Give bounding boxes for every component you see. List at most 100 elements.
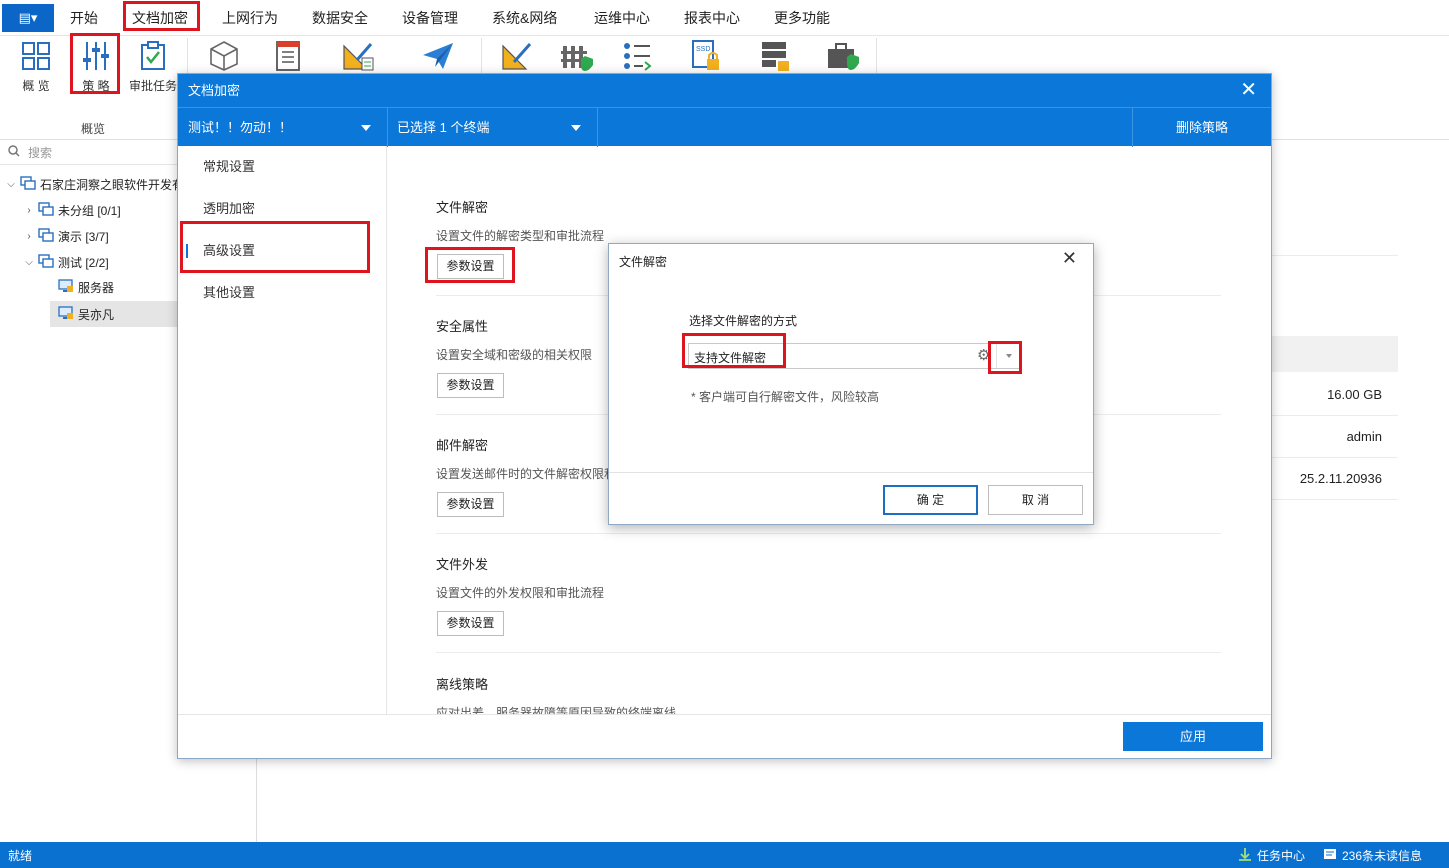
tree-item-server[interactable]: 服务器 bbox=[56, 276, 114, 298]
subdialog-footer: 确 定 取 消 bbox=[609, 472, 1093, 524]
sliders-icon bbox=[76, 39, 116, 73]
nav-other-settings[interactable]: 其他设置 bbox=[178, 272, 386, 314]
menu-doc-encrypt[interactable]: 文档加密 bbox=[132, 8, 188, 28]
menu-data-security[interactable]: 数据安全 bbox=[312, 8, 368, 28]
computer-icon bbox=[58, 305, 74, 323]
nav-advanced-settings[interactable]: 高级设置 bbox=[178, 230, 386, 272]
section-title: 安全属性 bbox=[436, 319, 489, 334]
dialog-nav: 常规设置 透明加密 高级设置 其他设置 bbox=[178, 146, 387, 714]
grid-icon bbox=[16, 39, 56, 73]
file-outgoing-param-button[interactable]: 参数设置 bbox=[437, 611, 504, 636]
file-decrypt-param-button[interactable]: 参数设置 bbox=[437, 254, 504, 279]
gear-icon[interactable]: ⚙ bbox=[977, 348, 990, 364]
overview-button[interactable]: 概 览 bbox=[15, 39, 57, 99]
tree-item-user-selected[interactable]: 吴亦凡 bbox=[50, 301, 178, 327]
bg-disk-value: 16.00 GB bbox=[1327, 387, 1382, 402]
task-center-icon bbox=[1238, 847, 1252, 864]
network-group-icon bbox=[20, 175, 36, 193]
mail-decrypt-param-button[interactable]: 参数设置 bbox=[437, 492, 504, 517]
briefcase-shield-icon bbox=[823, 39, 863, 73]
bg-divider bbox=[1272, 499, 1398, 500]
apply-button[interactable]: 应用 bbox=[1123, 722, 1263, 751]
chevron-down-icon[interactable]: ⌵ bbox=[4, 179, 18, 190]
menu-start[interactable]: 开始 bbox=[70, 8, 98, 28]
menu-internet-behavior[interactable]: 上网行为 bbox=[222, 8, 278, 28]
task-center-button[interactable]: 任务中心 bbox=[1238, 847, 1305, 864]
subdialog-title: 文件解密 bbox=[619, 255, 668, 269]
decrypt-method-value: 支持文件解密 bbox=[694, 351, 767, 365]
approval-task-button[interactable]: 审批任务 bbox=[128, 39, 178, 99]
bg-divider bbox=[1272, 415, 1398, 416]
section-title: 离线策略 bbox=[436, 677, 489, 692]
document-list-icon bbox=[268, 39, 308, 73]
paper-plane-icon bbox=[418, 39, 458, 73]
nav-transparent-encrypt[interactable]: 透明加密 bbox=[178, 188, 386, 230]
terminal-select-value: 已选择 1 个终端 bbox=[397, 120, 490, 135]
security-attr-param-button[interactable]: 参数设置 bbox=[437, 373, 504, 398]
app-menu-button[interactable]: ▤▾ bbox=[2, 4, 54, 32]
chevron-down-icon[interactable]: ⌵ bbox=[22, 257, 36, 268]
chevron-right-icon[interactable]: › bbox=[22, 231, 36, 242]
delete-policy-button[interactable]: 删除策略 bbox=[1133, 108, 1271, 147]
menu-report-center[interactable]: 报表中心 bbox=[684, 8, 740, 28]
section-desc: 设置发送邮件时的文件解密权限和 bbox=[436, 467, 617, 481]
close-icon[interactable]: ✕ bbox=[1240, 74, 1257, 107]
computer-icon bbox=[58, 278, 74, 296]
ssd-lock-icon: SSD bbox=[685, 39, 725, 73]
bg-divider bbox=[1272, 457, 1398, 458]
bg-user-value: admin bbox=[1346, 429, 1382, 444]
tree-item-demo[interactable]: › 演示 [3/7] bbox=[22, 225, 109, 247]
group-icon bbox=[38, 253, 54, 271]
task-center-label: 任务中心 bbox=[1257, 849, 1306, 863]
terminal-select[interactable]: 已选择 1 个终端 bbox=[397, 108, 587, 147]
group-icon bbox=[38, 201, 54, 219]
menu-bar: ▤▾ 开始 文档加密 上网行为 数据安全 设备管理 系统&网络 运维中心 报表中… bbox=[0, 0, 1449, 36]
decrypt-method-select[interactable]: 支持文件解密 ⚙ bbox=[688, 343, 1021, 369]
bg-divider bbox=[1272, 255, 1398, 256]
cube-icon bbox=[204, 39, 244, 73]
policy-button[interactable]: 策 略 bbox=[74, 39, 118, 99]
cancel-button[interactable]: 取 消 bbox=[988, 485, 1083, 515]
svg-text:SSD: SSD bbox=[696, 46, 710, 53]
menu-more[interactable]: 更多功能 bbox=[774, 8, 830, 28]
search-placeholder: 搜索 bbox=[28, 146, 53, 160]
tree-item-ungrouped[interactable]: › 未分组 [0/1] bbox=[22, 199, 121, 221]
close-icon[interactable]: ✕ bbox=[1062, 248, 1077, 269]
message-icon bbox=[1323, 848, 1337, 863]
tree-item-label: 吴亦凡 bbox=[78, 307, 115, 322]
ribbon-group-label: 概览 bbox=[80, 122, 105, 136]
bg-header-strip bbox=[1272, 336, 1398, 372]
bg-version-value: 25.2.11.20936 bbox=[1299, 471, 1382, 486]
tree-item-label: 服务器 bbox=[78, 280, 115, 295]
dropdown-arrow-icon[interactable] bbox=[996, 344, 1021, 368]
nav-general-settings[interactable]: 常规设置 bbox=[178, 146, 386, 188]
chevron-right-icon[interactable]: › bbox=[22, 205, 36, 216]
toolbar-divider bbox=[597, 108, 598, 147]
file-decrypt-dialog: 文件解密 ✕ 选择文件解密的方式 支持文件解密 ⚙ * 客户端可自行解密文件，风… bbox=[608, 243, 1094, 525]
tree-item-test[interactable]: ⌵ 测试 [2/2] bbox=[22, 251, 109, 273]
dialog-footer: 应用 bbox=[178, 714, 1271, 758]
ok-button[interactable]: 确 定 bbox=[883, 485, 978, 515]
status-bar: 就绪 任务中心 236条未读信息 bbox=[0, 842, 1449, 868]
tree-item-label: 未分组 [0/1] bbox=[58, 203, 121, 218]
policy-select[interactable]: 测试！！勿动！！ bbox=[188, 108, 378, 147]
section-desc: 应对出差、服务器故障等原因导致的终端离线 bbox=[436, 706, 677, 714]
status-text: 就绪 bbox=[8, 849, 33, 863]
section-title: 邮件解密 bbox=[436, 438, 489, 453]
unread-messages-button[interactable]: 236条未读信息 bbox=[1323, 847, 1422, 864]
decrypt-method-note: * 客户端可自行解密文件，风险较高 bbox=[691, 390, 880, 404]
menu-ops-center[interactable]: 运维中心 bbox=[594, 8, 650, 28]
ruler-pencil-icon bbox=[338, 39, 378, 73]
org-list-icon bbox=[617, 39, 657, 73]
toolbar-divider bbox=[387, 108, 388, 147]
chevron-down-icon bbox=[571, 125, 581, 131]
nav-active-indicator bbox=[186, 244, 188, 258]
policy-label: 策 略 bbox=[82, 79, 110, 93]
approval-task-label: 审批任务 bbox=[128, 79, 177, 93]
menu-device-mgmt[interactable]: 设备管理 bbox=[402, 8, 458, 28]
section-desc: 设置文件的解密类型和审批流程 bbox=[436, 229, 605, 243]
dialog-title: 文档加密 bbox=[178, 74, 1271, 107]
clipboard-check-icon bbox=[133, 39, 173, 73]
overview-label: 概 览 bbox=[22, 79, 50, 93]
menu-system-network[interactable]: 系统&网络 bbox=[492, 8, 557, 28]
